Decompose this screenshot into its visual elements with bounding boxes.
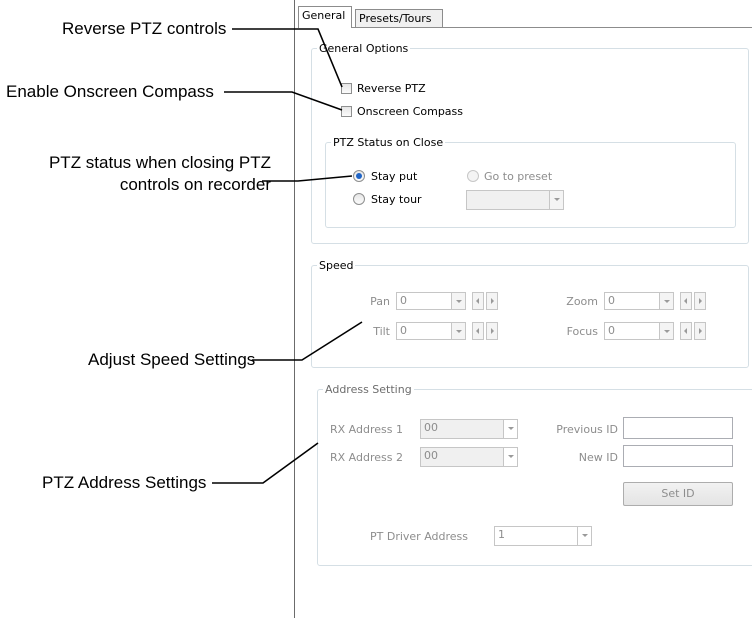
previous-id-input[interactable] [623,417,733,439]
zoom-select[interactable]: 0 [604,292,674,310]
callout-ptz-status-line1: PTZ status when closing PTZ [48,153,271,172]
chevron-down-icon [659,323,673,339]
go-to-preset-label: Go to preset [484,170,553,183]
pan-decrease-button[interactable] [472,292,484,310]
rx-address-1-label: RX Address 1 [330,423,403,436]
go-to-preset-radio[interactable] [467,170,479,182]
rx-address-2-select[interactable]: 00 [420,447,518,467]
chevron-down-icon [577,527,591,545]
tour-select-dropdown[interactable] [466,190,564,210]
tilt-select[interactable]: 0 [396,322,466,340]
stay-put-radio[interactable] [353,170,365,182]
tab-general[interactable]: General [298,6,352,28]
callout-onscreen-compass: Enable Onscreen Compass [6,82,214,101]
focus-decrease-button[interactable] [680,322,692,340]
window-edge [294,0,295,618]
pt-driver-address-select[interactable]: 1 [494,526,592,546]
pan-value: 0 [400,294,407,307]
callout-reverse-ptz: Reverse PTZ controls [62,19,227,38]
chevron-down-icon [503,448,517,466]
chevron-down-icon [503,420,517,438]
stay-put-label: Stay put [371,170,418,183]
zoom-increase-button[interactable] [694,292,706,310]
pan-increase-button[interactable] [486,292,498,310]
tilt-value: 0 [400,324,407,337]
speed-title: Speed [319,259,354,272]
zoom-label: Zoom [566,295,598,308]
stay-tour-radio[interactable] [353,193,365,205]
new-id-label: New ID [578,451,618,464]
rx-address-2-value: 00 [424,449,438,462]
pt-driver-address-label: PT Driver Address [370,530,469,543]
focus-value: 0 [608,324,615,337]
pan-select[interactable]: 0 [396,292,466,310]
focus-select[interactable]: 0 [604,322,674,340]
ptz-status-on-close-title: PTZ Status on Close [333,136,444,149]
address-setting-title: Address Setting [325,383,412,396]
tab-presets-tours[interactable]: Presets/Tours [355,9,443,27]
chevron-down-icon [549,191,563,209]
general-options-title: General Options [319,42,409,55]
callout-speed-settings: Adjust Speed Settings [88,350,256,369]
pt-driver-address-value: 1 [498,528,505,541]
callout-ptz-status-line2: controls on recorder [119,175,271,194]
onscreen-compass-checkbox[interactable] [341,106,352,117]
focus-label: Focus [566,325,598,338]
chevron-down-icon [451,293,465,309]
tilt-increase-button[interactable] [486,322,498,340]
rx-address-2-label: RX Address 2 [330,451,403,464]
previous-id-label: Previous ID [556,423,618,436]
rx-address-1-value: 00 [424,421,438,434]
callout-address-settings: PTZ Address Settings [42,473,207,492]
focus-increase-button[interactable] [694,322,706,340]
reverse-ptz-checkbox[interactable] [341,83,352,94]
tilt-decrease-button[interactable] [472,322,484,340]
pan-label: Pan [370,295,390,308]
speed-group: Speed [311,259,749,368]
chevron-down-icon [451,323,465,339]
set-id-button[interactable]: Set ID [623,482,733,506]
chevron-down-icon [659,293,673,309]
onscreen-compass-label: Onscreen Compass [357,105,464,118]
zoom-value: 0 [608,294,615,307]
new-id-input[interactable] [623,445,733,467]
stay-tour-label: Stay tour [371,193,422,206]
zoom-decrease-button[interactable] [680,292,692,310]
tilt-label: Tilt [373,325,390,338]
rx-address-1-select[interactable]: 00 [420,419,518,439]
reverse-ptz-label: Reverse PTZ [357,82,426,95]
